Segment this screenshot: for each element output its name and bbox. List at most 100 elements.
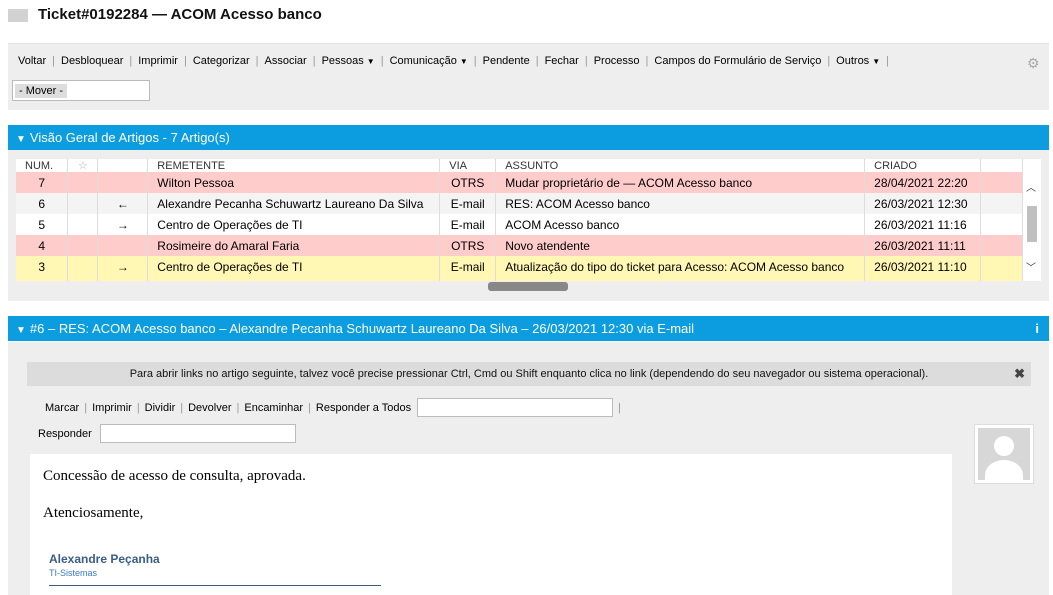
gear-icon[interactable]: ⚙ <box>1027 56 1041 70</box>
collapse-triangle-icon[interactable]: ▼ <box>16 325 26 336</box>
cell-via: E-mail <box>439 277 497 281</box>
cell-dir: → <box>97 214 149 235</box>
cell-created: 26/03/2021 11:16 <box>864 214 982 235</box>
reply-label[interactable]: Responder <box>38 428 92 440</box>
table-row[interactable]: 2 Centro de Operações de TIE-mailACOM Ace… <box>16 277 1023 281</box>
resize-handle[interactable] <box>488 282 568 291</box>
article-action-encaminhar[interactable]: Encaminhar <box>244 402 303 414</box>
column-header[interactable] <box>980 159 1023 172</box>
scrollbar-thumb[interactable] <box>1027 206 1037 242</box>
action-pessoas[interactable]: Pessoas <box>322 55 364 67</box>
article-action-responder-a-todos[interactable]: Responder a Todos <box>316 402 411 414</box>
cell-dir <box>97 172 149 193</box>
action-pendente[interactable]: Pendente <box>483 55 530 67</box>
column-header[interactable] <box>97 159 149 172</box>
action-fechar[interactable]: Fechar <box>545 55 579 67</box>
article-action-imprimir[interactable]: Imprimir <box>92 402 132 414</box>
caret-down-icon[interactable]: ▼ <box>872 57 880 66</box>
cell-sender: Centro de Operações de TI <box>147 256 441 277</box>
collapse-triangle-icon[interactable]: ▼ <box>16 134 26 145</box>
table-row[interactable]: 3 → Centro de Operações de TI E-mail Atualiz… <box>16 256 1023 277</box>
article-table-wrap: NUM. ☆ REMETENTE VIA ASSUNTO CRIADO 7 Wilton P… <box>16 159 1023 281</box>
cell-empty <box>980 277 1023 281</box>
cell-created: 26/03/2021 11:10 <box>864 256 982 277</box>
move-select[interactable]: - Mover - <box>12 80 150 101</box>
cell-empty <box>67 172 99 193</box>
article-overview-header[interactable]: ▼ Visão Geral de Artigos - 7 Artigo(s) <box>8 125 1049 150</box>
menu-separator: | <box>52 55 55 67</box>
menu-separator: | <box>645 55 649 67</box>
scroll-down-icon[interactable]: ﹀ <box>1026 259 1036 274</box>
caret-down-icon[interactable]: ▼ <box>367 57 375 66</box>
signature-name: Alexandre Peçanha <box>49 552 160 566</box>
article-action-marcar[interactable]: Marcar <box>45 402 79 414</box>
table-row[interactable]: 6 ← Alexandre Pecanha Schuwartz Laureano D… <box>16 193 1023 214</box>
link-notice-text: Para abrir links no artigo seguinte, tal… <box>129 368 929 380</box>
move-select-value: - Mover - <box>15 84 67 98</box>
cell-num: 3 <box>16 256 69 277</box>
table-row[interactable]: 5 → Centro de Operações de TI E-mail ACOM Ac… <box>16 214 1023 235</box>
menu-separator: | <box>183 55 187 67</box>
action-processo[interactable]: Processo <box>594 55 640 67</box>
action-outros[interactable]: Outros <box>836 55 869 67</box>
info-icon[interactable]: i <box>1035 316 1039 341</box>
vertical-scrollbar[interactable]: ︿ ﹀ <box>1023 159 1041 281</box>
column-header[interactable]: REMETENTE <box>147 159 441 172</box>
cell-created: 26/03/2021 09:40 <box>864 277 982 281</box>
menu-separator: | <box>380 55 384 67</box>
cell-num: 2 <box>16 277 69 281</box>
cell-sender: Alexandre Pecanha Schuwartz Laureano Da … <box>147 193 441 214</box>
menu-separator: | <box>618 401 621 414</box>
article-panel: Para abrir links no artigo seguinte, tal… <box>8 342 1049 595</box>
reply-select[interactable] <box>99 424 296 443</box>
star-icon[interactable]: ☆ <box>67 159 99 172</box>
menu-separator: | <box>827 55 831 67</box>
menu-separator: | <box>129 55 133 67</box>
cell-subject: RES: ACOM Acesso banco <box>495 193 866 214</box>
scroll-up-icon[interactable]: ︿ <box>1026 179 1036 194</box>
close-icon[interactable]: ✖ <box>1014 362 1025 386</box>
article-header-title: #6 – RES: ACOM Acesso banco – Alexandre … <box>29 321 695 336</box>
cell-via: E-mail <box>439 256 497 277</box>
table-row[interactable]: 4 Rosimeire do Amaral Faria OTRS Novo atend… <box>16 235 1023 256</box>
menu-separator: | <box>236 401 240 414</box>
cell-num: 5 <box>16 214 69 235</box>
column-header[interactable]: VIA <box>439 159 497 172</box>
action-campos-do-formul-rio-de-servi-o[interactable]: Campos do Formulário de Serviço <box>654 55 821 67</box>
article-action-devolver[interactable]: Devolver <box>188 402 231 414</box>
action-associar[interactable]: Associar <box>265 55 307 67</box>
action-voltar[interactable]: Voltar <box>18 55 46 67</box>
action-categorizar[interactable]: Categorizar <box>193 55 250 67</box>
cell-empty <box>980 193 1023 214</box>
cell-dir: ← <box>97 193 149 214</box>
cell-empty <box>67 235 99 256</box>
cell-via: OTRS <box>439 235 497 256</box>
article-header[interactable]: ▼ #6 – RES: ACOM Acesso banco – Alexandre… <box>8 316 1049 341</box>
cell-subject: Atualização do tipo do ticket para Acess… <box>495 256 866 277</box>
article-action-dividir[interactable]: Dividir <box>145 402 176 414</box>
cell-num: 7 <box>16 172 69 193</box>
column-header[interactable]: CRIADO <box>864 159 982 172</box>
action-menu: Voltar | Desbloquear | Imprimir | Categorizar |… <box>18 55 895 67</box>
ticket-action-bar: Voltar | Desbloquear | Imprimir | Categorizar |… <box>8 43 1049 110</box>
action-imprimir[interactable]: Imprimir <box>138 55 178 67</box>
signature-divider <box>49 585 381 586</box>
article-overview-panel: NUM. ☆ REMETENTE VIA ASSUNTO CRIADO 7 Wilton P… <box>8 150 1049 301</box>
table-row[interactable]: 7 Wilton Pessoa OTRS Mudar proprietário de … <box>16 172 1023 193</box>
reply-all-select[interactable] <box>417 398 614 417</box>
cell-created: 26/03/2021 11:11 <box>864 235 982 256</box>
user-avatar-icon <box>974 424 1034 484</box>
caret-down-icon[interactable]: ▼ <box>460 57 468 66</box>
menu-separator: | <box>308 401 311 414</box>
cell-sender: Centro de Operações de TI <box>147 277 441 281</box>
menu-separator: | <box>886 55 889 67</box>
menu-separator: | <box>312 55 316 67</box>
column-header[interactable]: ASSUNTO <box>495 159 866 172</box>
action-comunica-o[interactable]: Comunicação <box>390 55 457 67</box>
column-header[interactable]: NUM. <box>16 159 69 172</box>
cell-subject: ACOM Acesso banco <box>495 214 866 235</box>
menu-separator: | <box>473 55 477 67</box>
ticket-color-block <box>8 9 28 22</box>
menu-separator: | <box>255 55 259 67</box>
action-desbloquear[interactable]: Desbloquear <box>61 55 123 67</box>
